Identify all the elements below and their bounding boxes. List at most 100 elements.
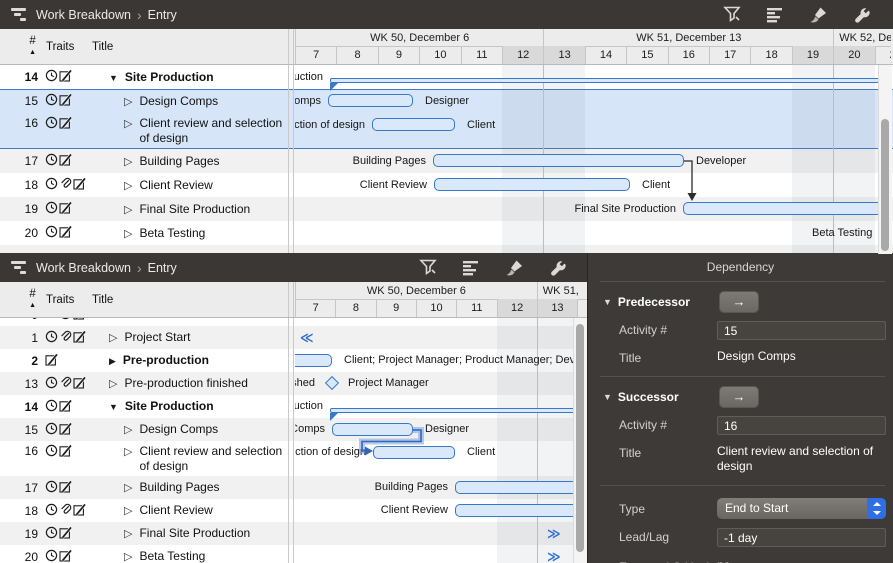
brush-icon[interactable] (504, 257, 525, 278)
gantt-bar[interactable] (372, 118, 455, 131)
expand-triangle-icon[interactable]: ▶ (109, 356, 116, 367)
note-icon[interactable] (45, 353, 58, 369)
clip-icon[interactable] (59, 503, 72, 519)
note-icon[interactable] (73, 376, 86, 392)
wrench-icon[interactable] (547, 257, 568, 278)
table-chart-splitter[interactable] (288, 282, 289, 317)
task-row-17[interactable]: 17▷Building Pages (0, 149, 295, 173)
leaf-triangle-icon[interactable]: ▷ (109, 331, 117, 344)
leaf-triangle-icon[interactable]: ▷ (124, 445, 132, 458)
note-icon[interactable] (59, 422, 72, 438)
scrollbar-thumb[interactable] (881, 119, 889, 251)
note-icon[interactable] (59, 480, 72, 496)
note-icon[interactable] (59, 116, 72, 132)
note-icon[interactable] (73, 318, 86, 323)
task-row-20[interactable]: 20▷Beta Testing (0, 545, 295, 563)
note-icon[interactable] (59, 549, 72, 563)
column-header-title[interactable]: Title (92, 282, 282, 317)
vertical-scrollbar[interactable] (573, 318, 587, 563)
leaf-triangle-icon[interactable]: ▷ (124, 527, 132, 540)
clip-icon[interactable] (59, 376, 72, 392)
breadcrumb-root[interactable]: Work Breakdown (36, 261, 131, 275)
outline-icon[interactable] (765, 4, 786, 25)
gantt-bar[interactable] (373, 446, 455, 459)
expand-triangle-icon[interactable]: ▼ (109, 402, 118, 412)
clock-icon[interactable] (45, 93, 58, 109)
clock-icon[interactable] (45, 330, 58, 346)
gantt-bar[interactable] (455, 481, 587, 494)
predecessor-activity-field[interactable]: 15 (717, 321, 886, 340)
breadcrumb-view[interactable]: Entry (148, 261, 177, 275)
table-chart-splitter[interactable] (293, 282, 294, 317)
goto-successor-button[interactable]: → (719, 386, 759, 408)
leaf-triangle-icon[interactable]: ▷ (109, 377, 117, 390)
task-row-2[interactable]: 2▶Pre-production (0, 349, 295, 372)
flag-icon[interactable] (45, 318, 58, 323)
expand-triangle-icon[interactable]: ▼ (109, 73, 118, 83)
task-row-19[interactable]: 19▷Final Site Production (0, 197, 295, 221)
leaf-triangle-icon[interactable]: ▷ (124, 117, 132, 130)
task-row-19[interactable]: 19▷Final Site Production (0, 522, 295, 545)
gantt-bar[interactable] (433, 154, 684, 167)
gantt-bar[interactable] (328, 94, 413, 107)
goto-predecessor-button[interactable]: → (719, 291, 759, 313)
clock-icon[interactable] (45, 422, 58, 438)
offscreen-right-indicator[interactable]: ≫ (547, 549, 561, 563)
task-row-0[interactable]: 0▼New website (0, 318, 295, 326)
gantt-milestone-diamond[interactable] (325, 376, 339, 390)
task-row-15[interactable]: 15▷Design Comps (0, 89, 295, 113)
task-row-16[interactable]: 16▷Client review and selection of design (0, 113, 295, 149)
vertical-scrollbar[interactable] (878, 65, 892, 254)
outline-icon[interactable] (461, 257, 482, 278)
clock-icon[interactable] (45, 201, 58, 217)
brush-icon[interactable] (808, 4, 829, 25)
leaf-triangle-icon[interactable]: ▷ (124, 155, 132, 168)
lead-lag-field[interactable]: -1 day (717, 528, 886, 547)
note-icon[interactable] (59, 69, 72, 85)
note-icon[interactable] (59, 444, 72, 460)
note-icon[interactable] (73, 503, 86, 519)
gantt-bar[interactable] (683, 202, 891, 215)
clip-icon[interactable] (59, 177, 72, 193)
note-icon[interactable] (59, 526, 72, 542)
clock-icon[interactable] (45, 225, 58, 241)
leaf-triangle-icon[interactable]: ▷ (124, 95, 132, 108)
note-icon[interactable] (73, 177, 86, 193)
leaf-triangle-icon[interactable]: ▷ (124, 203, 132, 216)
filter-icon[interactable] (722, 4, 743, 25)
clip-icon[interactable] (59, 330, 72, 346)
clock-icon[interactable] (45, 69, 58, 85)
task-row-13[interactable]: 13▷Pre-production finished (0, 372, 295, 395)
clock-icon[interactable] (45, 526, 58, 542)
clock-icon[interactable] (45, 116, 58, 132)
note-icon[interactable] (59, 225, 72, 241)
clock-icon[interactable] (45, 177, 58, 193)
note-icon[interactable] (59, 399, 72, 415)
clock-icon[interactable] (45, 153, 58, 169)
gantt-bar[interactable] (332, 423, 413, 436)
filter-icon[interactable] (418, 257, 439, 278)
clock-icon[interactable] (45, 503, 58, 519)
offscreen-left-indicator[interactable]: ≪ (300, 330, 314, 346)
task-row-20[interactable]: 20▷Beta Testing (0, 221, 295, 245)
dependency-type-dropdown[interactable]: End to Start (717, 498, 886, 519)
successor-activity-field[interactable]: 16 (717, 416, 886, 435)
table-chart-splitter[interactable] (293, 29, 294, 64)
column-header-traits[interactable]: Traits (46, 29, 88, 64)
task-row-15[interactable]: 15▷Design Comps (0, 418, 295, 441)
gantt-group-bar[interactable] (330, 78, 891, 83)
leaf-triangle-icon[interactable]: ▷ (124, 504, 132, 517)
gantt-bar[interactable] (455, 504, 587, 517)
breadcrumb-view[interactable]: Entry (148, 8, 177, 22)
collapse-triangle-icon[interactable]: ▼ (603, 297, 612, 307)
note-icon[interactable] (59, 201, 72, 217)
task-row-17[interactable]: 17▷Building Pages (0, 476, 295, 499)
scrollbar-thumb[interactable] (576, 324, 584, 552)
gantt-bar[interactable] (295, 354, 332, 367)
leaf-triangle-icon[interactable]: ▷ (124, 423, 132, 436)
leaf-triangle-icon[interactable]: ▷ (124, 481, 132, 494)
task-row-1[interactable]: 1▷Project Start (0, 326, 295, 349)
gantt-group-bar[interactable] (330, 408, 587, 413)
clock-icon[interactable] (45, 376, 58, 392)
note-icon[interactable] (73, 330, 86, 346)
